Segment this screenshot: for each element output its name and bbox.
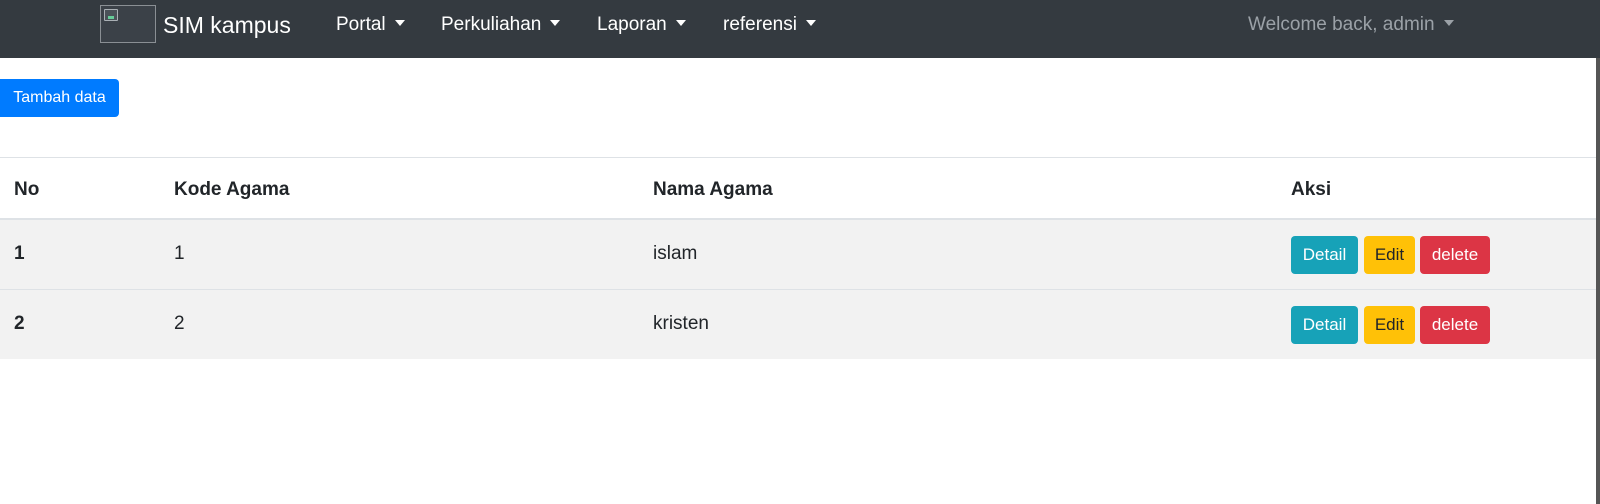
caret-down-icon: [675, 20, 686, 26]
cell-no: 1: [14, 243, 25, 264]
nav-menu-portal[interactable]: Portal: [336, 13, 405, 37]
add-data-button[interactable]: Tambah data: [0, 79, 119, 117]
detail-button[interactable]: Detail: [1291, 236, 1358, 274]
edit-button[interactable]: Edit: [1364, 236, 1415, 274]
nav-menu-label: Portal: [336, 14, 386, 35]
cell-kode-agama: 1: [174, 243, 185, 264]
caret-down-icon: [805, 20, 816, 26]
caret-down-icon: [1443, 20, 1454, 26]
table-header: No Kode Agama Nama Agama Aksi: [0, 157, 1596, 220]
cell-no: 2: [14, 313, 25, 334]
cell-nama-agama: kristen: [653, 313, 709, 334]
nav-menu-perkuliahan[interactable]: Perkuliahan: [441, 13, 561, 37]
top-navbar: SIM kampus Portal Perkuliahan Laporan re…: [0, 0, 1600, 58]
column-header-no: No: [14, 179, 40, 200]
user-menu-label: Welcome back, admin: [1248, 14, 1435, 35]
edit-button[interactable]: Edit: [1364, 306, 1415, 344]
delete-button[interactable]: delete: [1420, 306, 1490, 344]
detail-button[interactable]: Detail: [1291, 306, 1358, 344]
broken-image-icon: [104, 9, 118, 21]
column-header-kode-agama: Kode Agama: [174, 179, 290, 200]
cell-kode-agama: 2: [174, 313, 185, 334]
table-row: 2 2 kristen Detail Edit delete: [0, 290, 1596, 359]
nav-menu-label: referensi: [723, 14, 797, 35]
nav-menu-referensi[interactable]: referensi: [723, 13, 816, 37]
nav-menu-label: Laporan: [597, 14, 667, 35]
user-menu-dropdown[interactable]: Welcome back, admin: [1248, 13, 1454, 37]
caret-down-icon: [550, 20, 561, 26]
table-row: 1 1 islam Detail Edit delete: [0, 220, 1596, 290]
window-edge: [1596, 58, 1600, 504]
cell-nama-agama: islam: [653, 243, 698, 264]
delete-button[interactable]: delete: [1420, 236, 1490, 274]
nav-menu-laporan[interactable]: Laporan: [597, 13, 686, 37]
brand-title[interactable]: SIM kampus: [163, 10, 291, 40]
brand-logo-image[interactable]: [100, 5, 156, 43]
column-header-nama-agama: Nama Agama: [653, 179, 773, 200]
nav-menu-label: Perkuliahan: [441, 14, 542, 35]
column-header-aksi: Aksi: [1291, 179, 1332, 200]
caret-down-icon: [394, 20, 405, 26]
